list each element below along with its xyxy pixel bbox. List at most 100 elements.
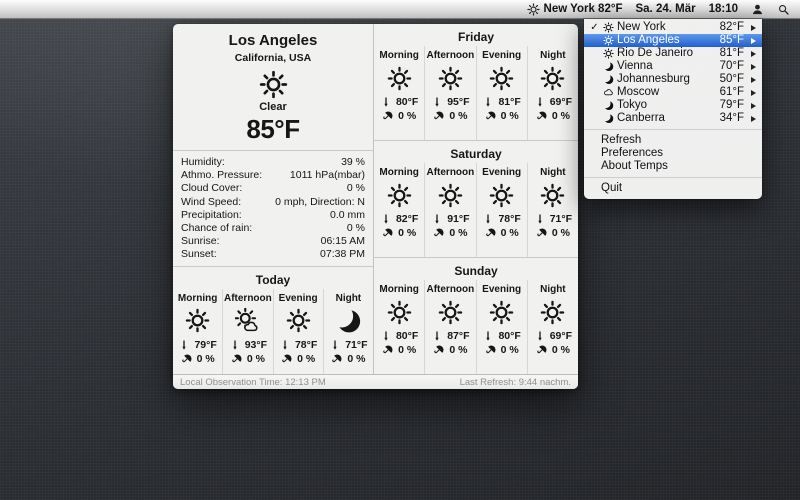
period-temperature: 81°F — [482, 96, 520, 108]
today-forecast-slot: Today Morning 79°F 0 % Afternoon 93°F 0 … — [173, 267, 373, 374]
period-temperature: 87°F — [431, 330, 469, 342]
period-temperature: 82°F — [380, 213, 418, 225]
period-label: Evening — [279, 293, 318, 304]
umbrella-icon — [433, 110, 445, 122]
period-label: Evening — [482, 284, 521, 295]
thermometer-icon — [431, 96, 443, 108]
umbrella-icon — [536, 110, 548, 122]
period-label: Morning — [379, 284, 418, 295]
period-rain-chance: 0 % — [433, 110, 467, 122]
menu-item-city-moscow[interactable]: Moscow 61°F — [584, 86, 762, 99]
menu-city-temp: 70°F — [710, 61, 744, 73]
detail-value: 0 mph, Direction: N — [275, 196, 365, 209]
period-label: Afternoon — [426, 50, 474, 61]
period-rain-chance: 0 % — [485, 344, 519, 356]
menu-city-name: New York — [615, 22, 710, 34]
menubar-date[interactable]: Sa. 24. Mär — [635, 3, 695, 15]
menu-item-refresh[interactable]: Refresh — [584, 134, 762, 147]
period-row: Morning 79°F 0 % Afternoon 93°F 0 % Even… — [173, 289, 373, 374]
menu-item-city-vienna[interactable]: Vienna 70°F — [584, 60, 762, 73]
last-refresh-time: Last Refresh: 9:44 nachm. — [460, 377, 571, 388]
menu-city-temp: 81°F — [710, 48, 744, 60]
current-temperature: 85°F — [173, 114, 373, 145]
forecast-period-night: Night 71°F 0 % — [323, 289, 373, 374]
menu-item-quit[interactable]: Quit — [584, 182, 762, 195]
temperature-value: 78°F — [295, 339, 317, 351]
forecast-period-night: Night 69°F 0 % — [527, 46, 578, 140]
detail-value: 07:38 PM — [320, 248, 365, 261]
menu-item-city-canberra[interactable]: Canberra 34°F — [584, 112, 762, 125]
rain-value: 0 % — [552, 110, 570, 122]
menu-city-name: Tokyo — [615, 100, 710, 112]
current-column: Los Angeles California, USA Clear 85°F H… — [173, 24, 373, 374]
menubar-clock[interactable]: 18:10 — [709, 3, 738, 15]
menu-item-city-rio-de-janeiro[interactable]: Rio De Janeiro 81°F — [584, 47, 762, 60]
temperature-value: 80°F — [498, 330, 520, 342]
forecast-period-evening: Evening 80°F 0 % — [476, 280, 527, 374]
rain-value: 0 % — [197, 353, 215, 365]
period-temperature: 78°F — [482, 213, 520, 225]
detail-label: Precipitation: — [181, 209, 242, 222]
detail-label: Athmo. Pressure: — [181, 169, 262, 182]
current-conditions: Los Angeles California, USA Clear 85°F — [173, 24, 373, 151]
menu-item-label: Quit — [601, 183, 622, 195]
menu-item-city-new-york[interactable]: ✓ New York 82°F — [584, 21, 762, 34]
multi-day-forecast: Friday Morning 80°F 0 % Afternoon 95°F 0… — [373, 24, 578, 374]
period-rain-chance: 0 % — [485, 227, 519, 239]
temperature-value: 79°F — [194, 339, 216, 351]
detail-row-chance-of-rain-: Chance of rain: 0 % — [181, 222, 365, 235]
temperature-value: 71°F — [345, 339, 367, 351]
sun-icon — [540, 179, 565, 211]
period-temperature: 95°F — [431, 96, 469, 108]
period-rain-chance: 0 % — [382, 110, 416, 122]
forecast-period-night: Night 71°F 0 % — [527, 163, 578, 257]
forecast-period-afternoon: Afternoon 95°F 0 % — [424, 46, 475, 140]
menu-item-city-tokyo[interactable]: Tokyo 79°F — [584, 99, 762, 112]
search-icon[interactable] — [777, 3, 790, 16]
day-title: Today — [173, 267, 373, 289]
temperature-value: 80°F — [396, 96, 418, 108]
day-title: Sunday — [374, 258, 578, 280]
temperature-value: 71°F — [550, 213, 572, 225]
forecast-period-evening: Evening 78°F 0 % — [476, 163, 527, 257]
forecast-day-sunday: Sunday Morning 80°F 0 % Afternoon 87°F 0… — [374, 258, 578, 374]
period-label: Night — [540, 284, 566, 295]
sun-icon — [489, 179, 514, 211]
period-rain-chance: 0 % — [181, 353, 215, 365]
menu-item-preferences[interactable]: Preferences — [584, 147, 762, 160]
temperature-value: 93°F — [245, 339, 267, 351]
sun-icon — [540, 62, 565, 94]
period-label: Afternoon — [426, 284, 474, 295]
umbrella-icon — [536, 344, 548, 356]
sun-icon — [438, 179, 463, 211]
forecast-period-afternoon: Afternoon 91°F 0 % — [424, 163, 475, 257]
umbrella-icon — [181, 353, 193, 365]
menu-action-list: Refresh Preferences About Temps — [584, 134, 762, 173]
thermometer-icon — [431, 213, 443, 225]
period-label: Night — [336, 293, 362, 304]
period-temperature: 69°F — [534, 96, 572, 108]
menu-city-name: Vienna — [615, 61, 710, 73]
menu-separator — [584, 177, 762, 178]
period-rain-chance: 0 % — [331, 353, 365, 365]
menu-item-city-johannesburg[interactable]: Johannesburg 50°F — [584, 73, 762, 86]
user-icon[interactable] — [751, 3, 764, 16]
menu-city-name: Los Angeles — [615, 35, 710, 47]
thermometer-icon — [431, 330, 443, 342]
temperature-value: 69°F — [550, 96, 572, 108]
sun-cloud-icon — [235, 305, 260, 337]
period-rain-chance: 0 % — [382, 227, 416, 239]
sun-icon — [489, 296, 514, 328]
temperature-value: 91°F — [447, 213, 469, 225]
forecast-day-friday: Friday Morning 80°F 0 % Afternoon 95°F 0… — [374, 24, 578, 141]
menu-item-about-temps[interactable]: About Temps — [584, 160, 762, 173]
current-condition-icon-slot — [173, 70, 373, 99]
menu-city-temp: 61°F — [710, 87, 744, 99]
menu-item-city-los-angeles[interactable]: Los Angeles 85°F — [584, 34, 762, 47]
sun-icon — [601, 35, 615, 46]
period-temperature: 80°F — [380, 330, 418, 342]
period-label: Morning — [379, 50, 418, 61]
sun-icon — [527, 3, 540, 16]
weather-status-item[interactable]: New York 82°F — [527, 3, 623, 16]
weather-panel: Los Angeles California, USA Clear 85°F H… — [173, 24, 578, 389]
